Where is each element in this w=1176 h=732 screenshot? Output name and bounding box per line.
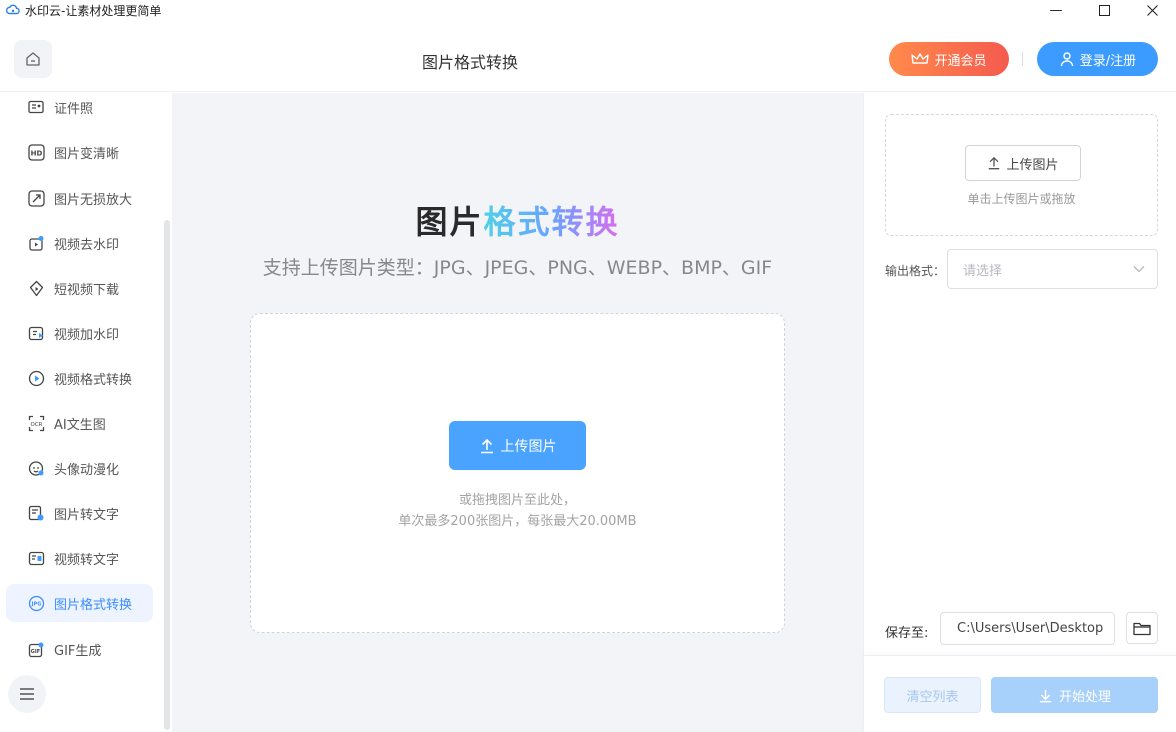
gif-icon: GIF — [27, 640, 45, 658]
supported-types: 支持上传图片类型：JPG、JPEG、PNG、WEBP、BMP、GIF — [262, 257, 773, 279]
video-to-text-icon — [27, 549, 45, 567]
action-bar: 清空列表 开始处理 — [864, 655, 1176, 732]
window-titlebar: 水印云-让素材处理更简单 — — [0, 0, 1176, 20]
download-icon — [1039, 689, 1052, 702]
start-process-button[interactable]: 开始处理 — [991, 677, 1158, 713]
upload-limit-hint: 单次最多200张图片，每张最大20.00MB — [398, 514, 637, 529]
save-path-input[interactable]: C:\Users\User\Desktop — [940, 612, 1115, 645]
sidebar-item-label: 图片无损放大 — [54, 192, 133, 208]
svg-text:JPG: JPG — [30, 601, 41, 607]
avatar-anime-icon — [27, 459, 45, 477]
sidebar-item-label: 视频加水印 — [54, 327, 120, 343]
sidebar-item-video-add-watermark[interactable]: 视频加水印 — [6, 314, 153, 352]
collapse-menu-button[interactable] — [8, 675, 46, 713]
sidebar-item-label: 图片格式转换 — [54, 597, 133, 613]
sidebar-item-label: 图片转文字 — [54, 507, 120, 523]
cloud-logo-icon — [6, 4, 20, 15]
image-to-text-icon — [27, 504, 45, 522]
start-process-label: 开始处理 — [1058, 689, 1111, 705]
sidebar-item-label: 证件照 — [54, 101, 94, 117]
video-add-watermark-icon — [27, 324, 45, 342]
upload-icon — [480, 438, 493, 453]
close-icon — [1146, 4, 1158, 16]
sidebar-item-label: 视频格式转换 — [54, 372, 133, 388]
window-title: 水印云-让素材处理更简单 — [25, 3, 162, 18]
enlarge-icon — [27, 189, 45, 207]
maximize-button[interactable] — [1080, 0, 1128, 20]
panel-upload-label: 上传图片 — [1006, 157, 1059, 173]
svg-text:HD: HD — [30, 149, 42, 157]
sidebar-item-video-remove-watermark[interactable]: 视频去水印 — [6, 224, 153, 262]
id-card-icon — [27, 98, 45, 116]
sidebar-item-image-enlarge[interactable]: 图片无损放大 — [6, 179, 153, 217]
folder-icon — [1133, 622, 1151, 635]
login-label: 登录/注册 — [1079, 53, 1137, 69]
sidebar-item-image-to-text[interactable]: 图片转文字 — [6, 494, 153, 532]
upload-image-button[interactable]: 上传图片 — [449, 421, 586, 470]
jpg-icon: JPG — [27, 594, 45, 612]
page-title: 图片格式转换 — [421, 53, 518, 72]
app-header: 图片格式转换 开通会员 登录/注册 — [0, 20, 1176, 92]
login-button[interactable]: 登录/注册 — [1037, 42, 1158, 76]
sidebar-item-image-hd[interactable]: HD 图片变清晰 — [6, 133, 153, 171]
sidebar-item-id-photo[interactable]: 证件照 — [6, 88, 153, 126]
output-format-placeholder: 请选择 — [963, 263, 1003, 279]
sidebar-item-short-video-download[interactable]: 短视频下载 — [6, 269, 153, 307]
sidebar-item-label: 图片变清晰 — [54, 146, 120, 162]
chevron-down-icon — [1133, 266, 1145, 273]
user-icon — [1060, 52, 1073, 67]
sidebar-item-image-format-convert[interactable]: JPG 图片格式转换 — [6, 584, 153, 622]
vip-label: 开通会员 — [934, 53, 987, 69]
browse-folder-button[interactable] — [1126, 612, 1158, 644]
close-window-button[interactable] — [1128, 0, 1176, 20]
output-format-label: 输出格式： — [885, 264, 946, 278]
hd-icon: HD — [27, 143, 45, 161]
video-convert-icon — [27, 369, 45, 387]
upload-dropzone[interactable]: 上传图片 或拖拽图片至此处， 单次最多200张图片，每张最大20.00MB — [250, 313, 785, 633]
window-controls: — — [1032, 0, 1176, 20]
menu-icon — [20, 688, 34, 700]
sidebar: 证件照 HD 图片变清晰 图片无损放大 视频去水印 短视频下载 视频加水印 视频… — [0, 93, 172, 732]
sidebar-item-label: GIF生成 — [54, 643, 102, 659]
hero-title-part2: 格式转换 — [483, 203, 620, 241]
sidebar-item-label: 头像动漫化 — [54, 462, 120, 478]
sidebar-item-video-convert[interactable]: 视频格式转换 — [6, 359, 153, 397]
svg-text:GIF: GIF — [30, 649, 39, 655]
maximize-icon — [1098, 4, 1110, 16]
short-video-download-icon — [27, 279, 45, 297]
vip-button[interactable]: 开通会员 — [889, 42, 1009, 76]
hero-title-part1: 图片 — [415, 203, 484, 241]
crown-icon — [911, 53, 930, 64]
panel-upload-button[interactable]: 上传图片 — [965, 145, 1081, 181]
output-format-select[interactable]: 请选择 — [947, 249, 1158, 289]
sidebar-item-video-to-text[interactable]: 视频转文字 — [6, 539, 153, 577]
settings-panel: 上传图片 单击上传图片或拖放 输出格式： 请选择 保存至: C:\Users\U… — [863, 93, 1176, 732]
minimize-button[interactable]: — — [1032, 0, 1080, 20]
svg-text:OCR: OCR — [30, 422, 42, 428]
panel-dropzone[interactable]: 上传图片 单击上传图片或拖放 — [885, 114, 1158, 236]
sidebar-item-label: 视频转文字 — [54, 552, 120, 568]
upload-label: 上传图片 — [500, 438, 557, 455]
sidebar-item-ai-text-to-image[interactable]: OCR AI文生图 — [6, 404, 153, 442]
ai-text-to-image-icon: OCR — [27, 414, 45, 432]
video-remove-watermark-icon — [27, 234, 45, 252]
sidebar-item-label: 短视频下载 — [54, 282, 120, 298]
save-path-label: 保存至: — [885, 626, 929, 641]
sidebar-item-label: 视频去水印 — [54, 237, 120, 253]
sidebar-item-avatar-anime[interactable]: 头像动漫化 — [6, 449, 153, 487]
upload-icon — [989, 156, 1000, 170]
main-content: 图片格式转换 支持上传图片类型：JPG、JPEG、PNG、WEBP、BMP、GI… — [172, 93, 863, 732]
drop-hint: 或拖拽图片至此处， — [458, 493, 576, 508]
hero-title: 图片格式转换 — [172, 197, 863, 243]
header-divider — [1022, 52, 1023, 66]
sidebar-scrollbar[interactable] — [164, 220, 170, 730]
clear-list-button[interactable]: 清空列表 — [884, 677, 981, 713]
sidebar-item-label: AI文生图 — [54, 417, 106, 433]
panel-upload-hint: 单击上传图片或拖放 — [967, 192, 1076, 206]
sidebar-item-gif-generate[interactable]: GIF GIF生成 — [6, 630, 153, 668]
